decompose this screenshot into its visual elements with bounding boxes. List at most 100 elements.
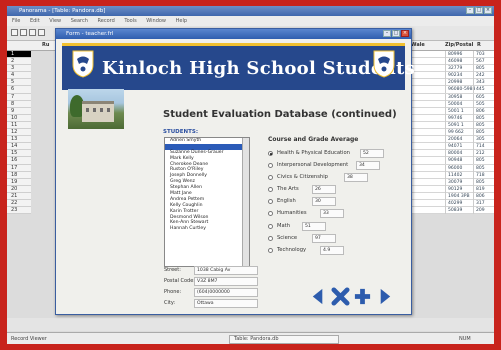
- table-cell[interactable]: 80004: [445, 150, 462, 158]
- course-radio[interactable]: [268, 151, 273, 156]
- table-row[interactable]: 50004 505: [411, 100, 494, 108]
- close-button[interactable]: ×: [484, 7, 492, 14]
- menu-view[interactable]: View: [49, 18, 61, 24]
- row-number[interactable]: 12: [7, 129, 31, 137]
- table-cell[interactable]: 819: [473, 185, 485, 193]
- row-number[interactable]: 9: [7, 107, 31, 115]
- course-radio[interactable]: [268, 199, 273, 205]
- table-cell[interactable]: 90948: [445, 157, 462, 165]
- table-cell[interactable]: 212: [473, 150, 485, 158]
- students-listbox[interactable]: Adrien Smyth Suzanne Dunes-Grauer Mark Kel…: [164, 137, 250, 267]
- table-cell[interactable]: 445: [473, 86, 485, 94]
- table-cell[interactable]: 94071: [445, 143, 462, 151]
- field-input[interactable]: V3Z 8M7: [194, 277, 258, 286]
- save-icon[interactable]: [29, 29, 36, 36]
- column-header-zip[interactable]: Zip/Postal: [445, 41, 473, 50]
- course-radio[interactable]: [268, 211, 273, 217]
- row-number[interactable]: 19: [7, 178, 31, 186]
- students-list-scrollbar[interactable]: [242, 138, 249, 266]
- table-row[interactable]: 96000 805: [411, 164, 494, 172]
- table-cell[interactable]: 90129: [445, 185, 462, 193]
- table-row[interactable]: 30958 605: [411, 93, 494, 101]
- table-cell[interactable]: 5091 1: [445, 121, 464, 129]
- row-number[interactable]: 6: [7, 86, 31, 94]
- next-arrow-icon[interactable]: [375, 287, 394, 306]
- table-cell[interactable]: 20998: [445, 79, 462, 87]
- table-row[interactable]: 80004 212: [411, 150, 494, 158]
- row-number[interactable]: 20: [7, 185, 31, 193]
- course-grade-field[interactable]: 38: [344, 173, 368, 183]
- open-icon[interactable]: [20, 29, 27, 36]
- table-cell[interactable]: 505: [473, 100, 485, 108]
- table-cell[interactable]: 46098: [445, 58, 462, 66]
- table-row[interactable]: 11402 718: [411, 171, 494, 179]
- table-cell[interactable]: 1904 3PB: [445, 192, 470, 200]
- row-number[interactable]: 1: [7, 51, 31, 59]
- column-header-wale[interactable]: Wale: [411, 41, 425, 50]
- table-cell[interactable]: 96080-5988: [445, 86, 475, 94]
- table-cell[interactable]: 805: [473, 178, 485, 186]
- course-grade-field[interactable]: 33: [320, 209, 344, 219]
- table-row[interactable]: 99746 805: [411, 114, 494, 122]
- row-number[interactable]: 15: [7, 150, 31, 158]
- table-cell[interactable]: 703: [473, 51, 485, 58]
- table-cell[interactable]: 80996: [445, 51, 462, 58]
- table-cell[interactable]: 90234: [445, 72, 462, 80]
- table-row[interactable]: 50839 209: [411, 207, 494, 215]
- field-input[interactable]: Ottawa: [194, 299, 258, 308]
- print-icon[interactable]: [38, 29, 45, 36]
- menu-record[interactable]: Record: [98, 18, 115, 24]
- row-number[interactable]: 18: [7, 171, 31, 179]
- field-input[interactable]: 1038 Cabig Av: [194, 266, 258, 275]
- row-number[interactable]: 8: [7, 100, 31, 108]
- table-row[interactable]: 30079 805: [411, 178, 494, 186]
- row-number[interactable]: 3: [7, 65, 31, 73]
- table-cell[interactable]: 40299: [445, 199, 462, 207]
- table-cell[interactable]: 805: [473, 157, 485, 165]
- row-number[interactable]: 21: [7, 192, 31, 200]
- table-row[interactable]: 20064 305: [411, 136, 494, 144]
- table-row[interactable]: 40299 317: [411, 199, 494, 208]
- table-cell[interactable]: 209: [473, 207, 485, 215]
- table-cell[interactable]: 96000: [445, 164, 462, 172]
- course-grade-field[interactable]: 52: [360, 149, 384, 158]
- table-cell[interactable]: 714: [473, 143, 485, 151]
- course-radio[interactable]: [268, 175, 273, 181]
- course-grade-field[interactable]: 51: [302, 221, 326, 231]
- form-close-button[interactable]: ×: [401, 30, 409, 37]
- student-list-item[interactable]: Hannah Curtley: [165, 226, 249, 232]
- table-cell[interactable]: 242: [473, 72, 485, 80]
- table-row[interactable]: 90129 819: [411, 185, 494, 193]
- course-grade-field[interactable]: 30: [312, 197, 336, 207]
- table-cell[interactable]: 32779: [445, 65, 462, 73]
- course-grade-field[interactable]: 4.9: [320, 245, 344, 255]
- maximize-button[interactable]: □: [475, 7, 483, 14]
- horizontal-scrollbar[interactable]: [7, 318, 494, 331]
- form-maximize-button[interactable]: □: [392, 30, 400, 37]
- table-row[interactable]: 5091 1 805: [411, 121, 494, 130]
- table-cell[interactable]: 11402: [445, 171, 462, 179]
- table-cell[interactable]: 806: [473, 107, 485, 115]
- row-number[interactable]: 4: [7, 72, 31, 80]
- table-cell[interactable]: 805: [473, 129, 485, 137]
- row-number[interactable]: 5: [7, 79, 31, 87]
- menu-search[interactable]: Search: [71, 18, 88, 24]
- course-grade-field[interactable]: 34: [356, 161, 380, 171]
- table-row[interactable]: 90948 805: [411, 157, 494, 165]
- field-input[interactable]: (604)0000000: [194, 288, 258, 297]
- table-row[interactable]: 32779 805: [411, 65, 494, 73]
- row-number[interactable]: 22: [7, 199, 31, 208]
- table-cell[interactable]: 805: [473, 114, 485, 122]
- row-number[interactable]: 2: [7, 58, 31, 66]
- menu-help[interactable]: Help: [176, 18, 187, 24]
- table-row[interactable]: 96080-5988 445: [411, 86, 494, 94]
- column-header-ru[interactable]: Ru: [42, 41, 49, 50]
- table-cell[interactable]: 605: [473, 93, 485, 101]
- table-cell[interactable]: 805: [473, 65, 485, 73]
- course-radio[interactable]: [268, 187, 273, 193]
- table-cell[interactable]: 343: [473, 79, 485, 87]
- table-cell[interactable]: 567: [473, 58, 485, 66]
- course-grade-field[interactable]: 97: [312, 233, 336, 243]
- table-cell[interactable]: 99 662: [445, 129, 464, 137]
- table-cell[interactable]: 805: [473, 121, 485, 129]
